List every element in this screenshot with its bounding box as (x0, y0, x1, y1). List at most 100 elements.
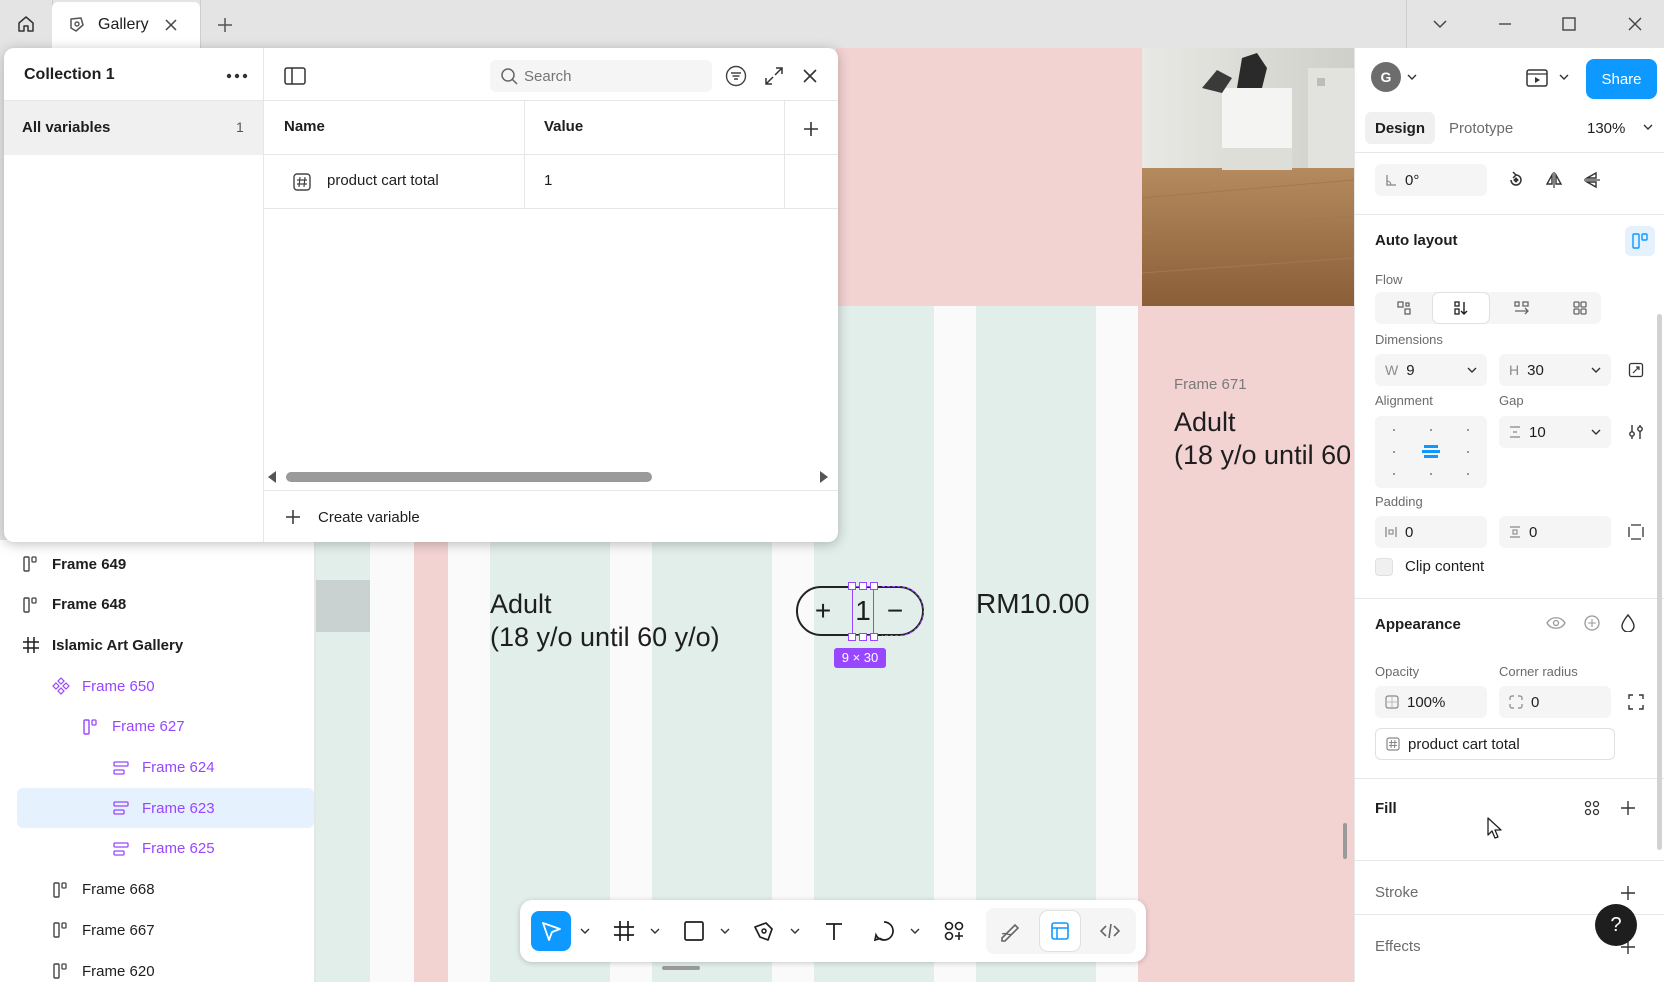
gap-field[interactable]: 10 (1499, 416, 1611, 448)
avatar[interactable]: G (1371, 62, 1401, 92)
align-dot[interactable] (1393, 451, 1395, 453)
individual-padding-button[interactable] (1621, 517, 1651, 547)
close-window-button[interactable] (1621, 10, 1649, 38)
stepper-plus-button[interactable]: + (811, 593, 835, 629)
table-horizontal-scrollbar[interactable] (286, 472, 652, 482)
align-center-indicator[interactable] (1424, 455, 1438, 458)
layer-item[interactable]: Frame 667 (0, 910, 314, 950)
individual-corners-button[interactable] (1621, 687, 1651, 717)
close-tab-button[interactable] (160, 14, 182, 36)
flow-vertical-button[interactable] (1433, 293, 1489, 323)
align-dot[interactable] (1467, 429, 1469, 431)
shape-tool-button[interactable] (674, 911, 714, 951)
share-button[interactable]: Share (1586, 59, 1657, 99)
chevron-down-icon[interactable] (720, 927, 730, 935)
variable-row[interactable]: product cart total 1 (263, 155, 838, 208)
align-dot[interactable] (1467, 451, 1469, 453)
align-center-indicator[interactable] (1422, 450, 1440, 453)
rotate-90-button[interactable] (1501, 165, 1531, 195)
layer-item[interactable]: Frame 650 (0, 666, 314, 706)
stepper-minus-button[interactable]: − (883, 593, 907, 629)
align-dot[interactable] (1467, 473, 1469, 475)
panel-scroll-thumb[interactable] (1657, 314, 1662, 850)
scroll-left-icon[interactable] (266, 470, 278, 484)
flip-horizontal-button[interactable] (1539, 165, 1569, 195)
expand-button[interactable] (760, 62, 788, 90)
alignment-grid[interactable] (1375, 416, 1487, 488)
all-variables-item[interactable]: All variables 1 (4, 101, 263, 155)
layer-item[interactable]: Frame 623 (17, 788, 314, 829)
resize-handle[interactable] (859, 582, 867, 590)
layer-item[interactable]: Frame 627 (0, 707, 314, 747)
layer-item[interactable]: Islamic Art Gallery (0, 625, 314, 665)
canvas-vertical-scrollbar[interactable] (1343, 823, 1347, 859)
help-button[interactable]: ? (1595, 904, 1637, 946)
frame-tool-button[interactable] (604, 911, 644, 951)
column-header-value[interactable]: Value (544, 118, 583, 135)
filter-button[interactable] (722, 62, 750, 90)
variable-binding-chip[interactable]: product cart total (1375, 728, 1615, 760)
resize-handle[interactable] (870, 582, 878, 590)
layer-item[interactable]: Frame 649 (0, 544, 314, 584)
layout-settings-button[interactable] (1621, 417, 1651, 447)
present-button[interactable] (1523, 64, 1551, 92)
variable-value[interactable]: 1 (544, 172, 552, 189)
chevron-down-icon[interactable] (910, 927, 920, 935)
comment-tool-button[interactable] (864, 911, 904, 951)
resize-handle[interactable] (848, 582, 856, 590)
home-button[interactable] (0, 0, 52, 48)
collection-name[interactable]: Collection 1 (24, 66, 115, 84)
rotation-field[interactable]: 0° (1375, 164, 1487, 196)
close-modal-button[interactable] (796, 62, 824, 90)
resize-handle[interactable] (848, 633, 856, 641)
blend-mode-button[interactable] (1577, 608, 1607, 638)
align-center-indicator[interactable] (1424, 445, 1438, 448)
text-tool-button[interactable] (814, 911, 854, 951)
clip-content-checkbox[interactable] (1375, 558, 1393, 576)
layer-item[interactable]: Frame 625 (0, 829, 314, 869)
column-header-name[interactable]: Name (284, 118, 325, 135)
canvas-horizontal-scrollbar[interactable] (662, 966, 700, 970)
layer-item[interactable]: Frame 620 (0, 951, 314, 982)
fill-styles-button[interactable] (1577, 793, 1607, 823)
stepper-value[interactable]: 1 (852, 586, 874, 636)
move-tool-button[interactable] (531, 911, 571, 951)
align-dot[interactable] (1393, 473, 1395, 475)
width-field[interactable]: W 9 (1375, 354, 1487, 386)
new-tab-button[interactable] (212, 12, 238, 38)
tabs-dropdown-button[interactable] (1426, 10, 1454, 38)
align-dot[interactable] (1430, 429, 1432, 431)
dev-mode-button[interactable] (1090, 911, 1130, 951)
minimize-button[interactable] (1491, 10, 1519, 38)
ticket-label[interactable]: Adult (18 y/o until 60 y/o) (490, 588, 720, 654)
search-field[interactable] (490, 60, 712, 92)
frame-671-label[interactable]: Frame 671 (1174, 376, 1247, 393)
flow-horizontal-button[interactable] (1507, 293, 1537, 323)
opacity-field[interactable]: 100% (1375, 686, 1487, 718)
chevron-down-icon[interactable] (650, 927, 660, 935)
flow-grid-button[interactable] (1565, 293, 1595, 323)
add-column-button[interactable] (796, 114, 826, 144)
visibility-toggle[interactable] (1541, 608, 1571, 638)
resize-handle[interactable] (859, 633, 867, 641)
align-dot[interactable] (1393, 429, 1395, 431)
resize-to-fit-button[interactable] (1621, 355, 1651, 385)
chevron-down-icon[interactable] (1407, 74, 1417, 81)
align-dot[interactable] (1430, 473, 1432, 475)
design-mode-button[interactable] (1040, 911, 1080, 951)
pen-tool-button[interactable] (744, 911, 784, 951)
layer-item[interactable]: Frame 624 (0, 748, 314, 788)
layer-item[interactable]: Frame 668 (0, 870, 314, 910)
tab-prototype[interactable]: Prototype (1449, 120, 1513, 137)
collection-more-button[interactable] (222, 62, 252, 90)
chevron-down-icon[interactable] (790, 927, 800, 935)
tab-design[interactable]: Design (1365, 112, 1435, 144)
corner-radius-field[interactable]: 0 (1499, 686, 1611, 718)
padding-vertical-field[interactable]: 0 (1499, 516, 1611, 548)
padding-horizontal-field[interactable]: 0 (1375, 516, 1487, 548)
tab-gallery[interactable]: Gallery (52, 2, 200, 48)
draw-mode-button[interactable] (990, 911, 1030, 951)
resize-handle[interactable] (870, 633, 878, 641)
scroll-right-icon[interactable] (818, 470, 830, 484)
chevron-down-icon[interactable] (1559, 74, 1569, 81)
